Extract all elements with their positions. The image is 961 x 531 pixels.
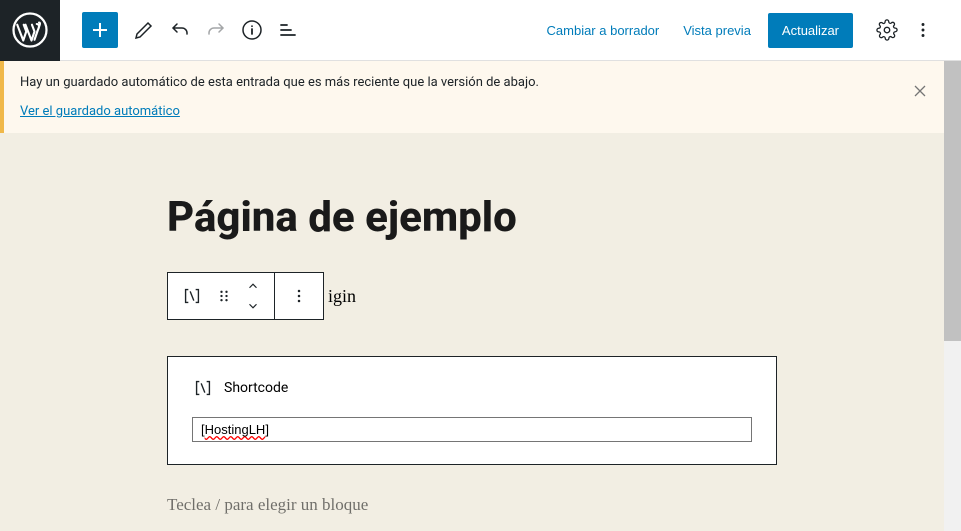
add-block-button[interactable] <box>82 12 118 48</box>
chevron-down-icon <box>246 299 260 313</box>
shortcode-header: Shortcode <box>192 377 752 399</box>
block-toolbar-group-2 <box>275 273 323 319</box>
block-toolbar <box>167 272 324 320</box>
edit-tool-button[interactable] <box>126 12 162 48</box>
shortcode-icon <box>192 377 214 399</box>
chevron-up-icon <box>246 279 260 293</box>
close-icon <box>910 81 930 101</box>
shortcode-label: Shortcode <box>224 380 288 396</box>
move-up-button[interactable] <box>238 276 268 296</box>
block-toolbar-group-1 <box>168 273 275 319</box>
redo-button[interactable] <box>198 12 234 48</box>
block-more-button[interactable] <box>281 272 317 320</box>
drag-handle[interactable] <box>210 272 238 320</box>
wordpress-logo[interactable] <box>0 0 60 61</box>
trailing-text: igin <box>328 286 356 307</box>
drag-icon <box>214 286 234 306</box>
info-button[interactable] <box>234 12 270 48</box>
preview-button[interactable]: Vista previa <box>671 13 763 48</box>
switch-draft-button[interactable]: Cambiar a borrador <box>535 13 672 48</box>
undo-button[interactable] <box>162 12 198 48</box>
more-options-button[interactable] <box>905 12 941 48</box>
page-title[interactable]: Página de ejemplo <box>167 193 777 242</box>
toolbar-left <box>60 12 306 48</box>
shortcode-input[interactable]: [HostingLH] <box>192 417 752 442</box>
notice-link[interactable]: Ver el guardado automático <box>20 104 180 119</box>
notice-close-button[interactable] <box>908 79 932 103</box>
autosave-notice: Hay un guardado automático de esta entra… <box>0 61 944 133</box>
editor-canvas: Hay un guardado automático de esta entra… <box>0 61 944 531</box>
content-area: Página de ejemplo <box>167 133 777 515</box>
toolbar-right: Cambiar a borrador Vista previa Actualiz… <box>535 12 961 48</box>
editor-area: Hay un guardado automático de esta entra… <box>0 61 961 531</box>
default-block-prompt[interactable]: Teclea / para elegir un bloque <box>167 495 777 515</box>
notice-message: Hay un guardado automático de esta entra… <box>20 75 896 90</box>
block-type-button[interactable] <box>174 272 210 320</box>
block-toolbar-row: igin <box>167 272 777 320</box>
move-down-button[interactable] <box>238 296 268 316</box>
outline-button[interactable] <box>270 12 306 48</box>
shortcode-icon <box>181 285 203 307</box>
mover-controls <box>238 276 268 316</box>
shortcode-block[interactable]: Shortcode [HostingLH] <box>167 356 777 465</box>
editor-topbar: Cambiar a borrador Vista previa Actualiz… <box>0 0 961 61</box>
more-vertical-icon <box>289 286 309 306</box>
settings-button[interactable] <box>869 12 905 48</box>
update-button[interactable]: Actualizar <box>768 13 853 48</box>
